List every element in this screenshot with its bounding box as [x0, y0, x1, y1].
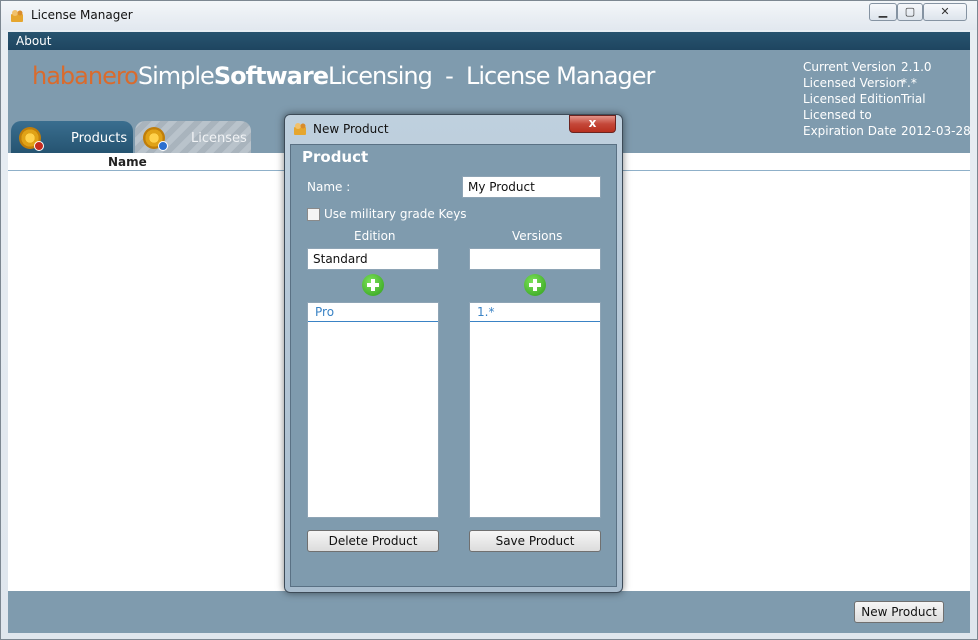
- app-icon: [11, 10, 23, 22]
- tab-products[interactable]: Products: [11, 121, 133, 155]
- maximize-button[interactable]: ▢: [897, 3, 923, 21]
- close-icon: x: [588, 116, 597, 130]
- minimize-icon: ▁: [878, 5, 888, 18]
- license-info: Current Version 2.1.0 Licensed Version *.*…: [803, 60, 973, 140]
- new-product-dialog: New Product x Product Name : My Product …: [284, 114, 623, 593]
- info-licensed-edition: Licensed Edition Trial: [803, 92, 926, 106]
- info-current-version: Current Version 2.1.0: [803, 60, 932, 74]
- military-keys-checkbox[interactable]: [307, 208, 320, 221]
- close-button[interactable]: ✕: [923, 3, 967, 21]
- tab-licenses[interactable]: Licenses: [135, 121, 251, 155]
- gear-icon: [143, 127, 168, 151]
- product-name-input[interactable]: My Product: [462, 176, 601, 198]
- title-bar: License Manager ▁ ▢ ✕: [1, 1, 977, 30]
- list-item[interactable]: 1.*: [470, 303, 600, 322]
- info-badge-icon: [158, 141, 168, 151]
- dialog-close-button[interactable]: x: [569, 115, 616, 133]
- minimize-button[interactable]: ▁: [869, 3, 897, 21]
- footer-panel: New Product: [8, 591, 970, 633]
- column-header-name[interactable]: Name: [108, 155, 147, 169]
- info-licensed-version: Licensed Version *.*: [803, 76, 917, 90]
- name-label: Name :: [307, 180, 351, 194]
- versions-list[interactable]: 1.*: [469, 302, 601, 518]
- alert-badge-icon: [34, 141, 44, 151]
- dialog-body: Product Name : My Product Use military g…: [290, 144, 617, 587]
- dialog-title: New Product: [313, 122, 389, 136]
- versions-input[interactable]: [469, 248, 601, 270]
- tab-products-label: Products: [71, 131, 128, 146]
- brand-logo: habaneroSimpleSoftwareLicensing - Licens…: [32, 62, 655, 90]
- maximize-icon: ▢: [904, 5, 916, 18]
- dialog-app-icon: [294, 123, 306, 135]
- military-keys-label: Use military grade Keys: [324, 207, 467, 221]
- save-product-button[interactable]: Save Product: [469, 530, 601, 552]
- delete-product-button[interactable]: Delete Product: [307, 530, 439, 552]
- tab-licenses-label: Licenses: [191, 131, 247, 146]
- window-title: License Manager: [31, 8, 133, 22]
- gear-icon: [19, 127, 44, 151]
- edition-label: Edition: [354, 229, 396, 243]
- add-version-button[interactable]: [524, 274, 546, 296]
- list-item[interactable]: Pro: [308, 303, 438, 322]
- new-product-button[interactable]: New Product: [854, 601, 944, 623]
- editions-list[interactable]: Pro: [307, 302, 439, 518]
- close-icon: ✕: [940, 5, 950, 18]
- versions-label: Versions: [512, 229, 563, 243]
- menu-item-about[interactable]: About: [16, 34, 51, 48]
- add-edition-button[interactable]: [362, 274, 384, 296]
- edition-input[interactable]: Standard: [307, 248, 439, 270]
- dialog-heading: Product: [302, 148, 369, 166]
- menu-bar: About: [8, 32, 970, 50]
- info-licensed-to: Licensed to: [803, 108, 872, 122]
- info-expiration-date: Expiration Date 2012-03-28: [803, 124, 971, 138]
